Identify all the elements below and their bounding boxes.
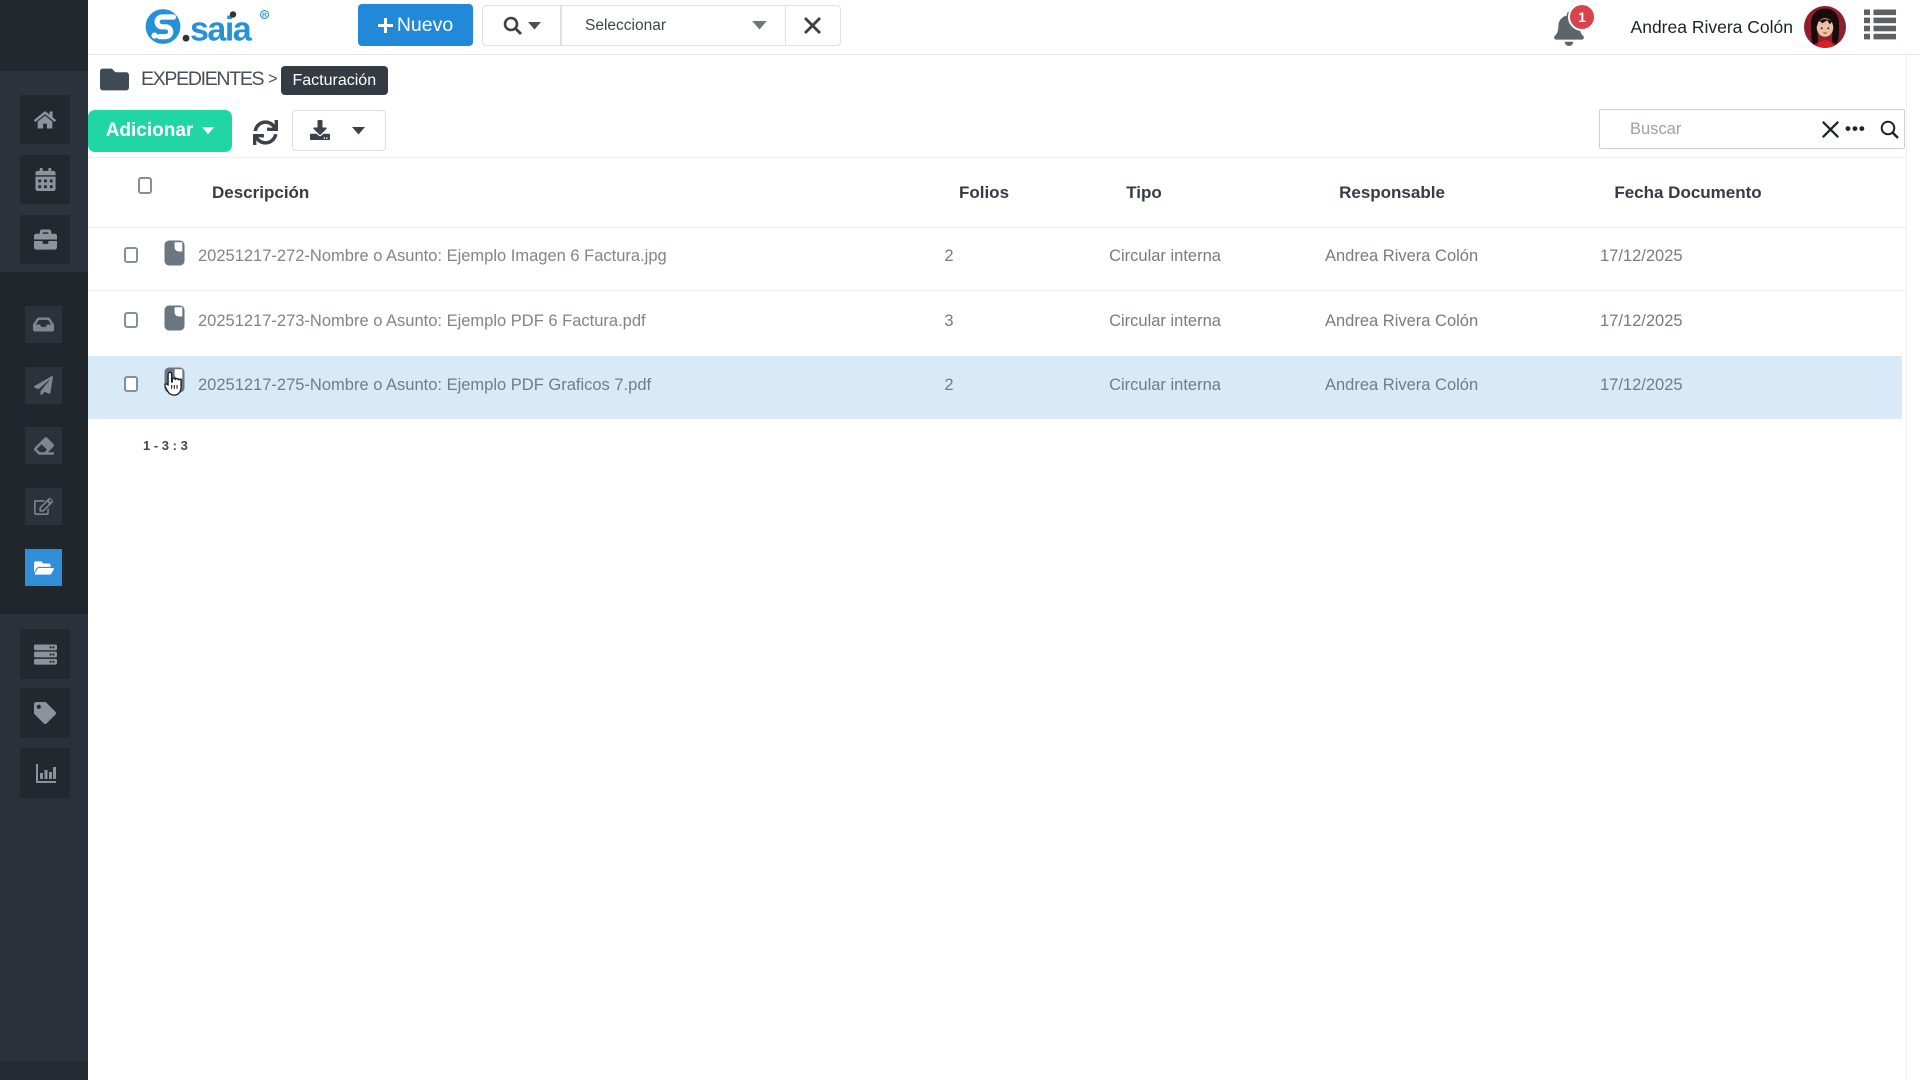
svg-text:R: R bbox=[262, 12, 267, 19]
svg-text:saia: saia bbox=[190, 11, 253, 49]
